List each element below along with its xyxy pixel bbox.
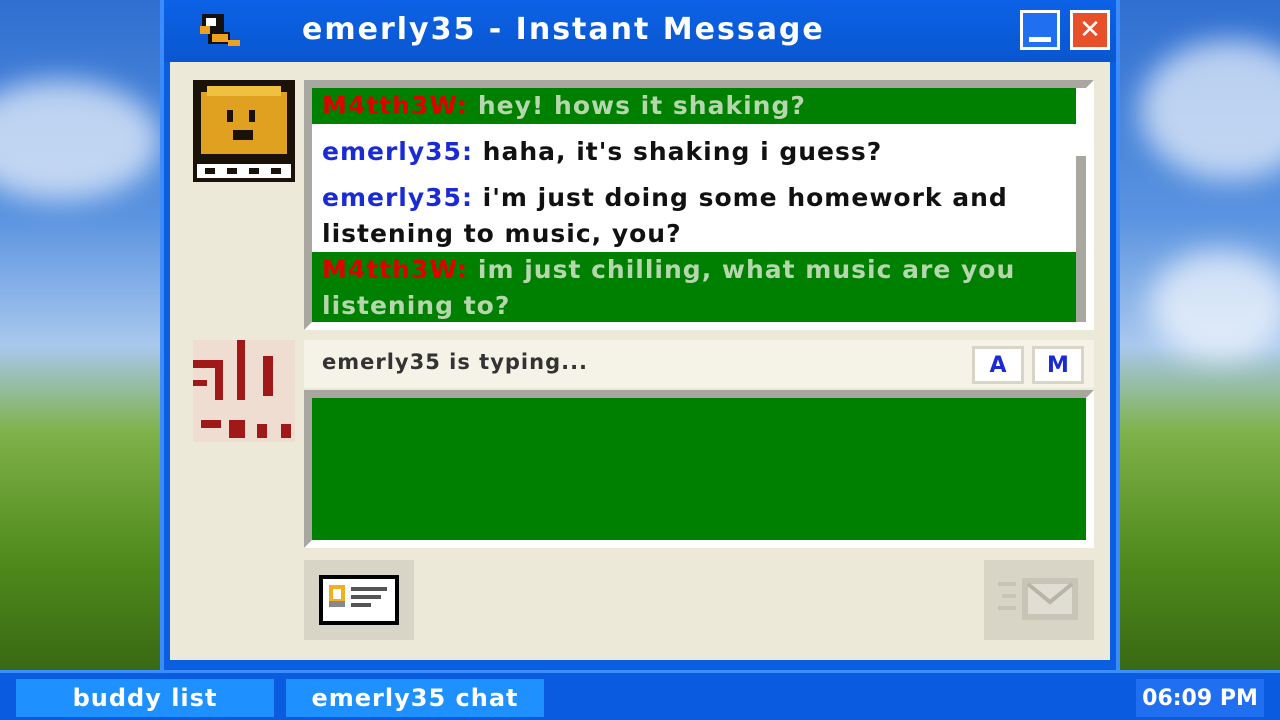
status-bar: emerly35 is typing... A M	[304, 340, 1094, 388]
chat-log[interactable]: M4tth3W: hey! hows it shaking? emerly35:…	[304, 80, 1094, 330]
instant-message-window: emerly35 - Instant Message ✕ M4tth3W: he…	[160, 0, 1120, 670]
message-text: haha, it's shaking i guess?	[472, 137, 883, 166]
buddy-avatar	[193, 80, 295, 182]
title-bar[interactable]: emerly35 - Instant Message ✕	[164, 0, 1116, 62]
message-sender: M4tth3W:	[322, 255, 469, 284]
emoticon-button[interactable]: M	[1032, 346, 1084, 384]
chat-message: M4tth3W: hey! hows it shaking?	[312, 88, 1076, 124]
window-title: emerly35 - Instant Message	[302, 12, 825, 47]
message-sender: emerly35:	[322, 137, 473, 166]
font-icon: A	[989, 352, 1007, 378]
typing-indicator: emerly35 is typing...	[322, 350, 589, 374]
message-text: hey! hows it shaking?	[468, 91, 806, 120]
close-button[interactable]: ✕	[1070, 10, 1110, 50]
close-icon: ✕	[1079, 15, 1101, 45]
window-content: M4tth3W: hey! hows it shaking? emerly35:…	[170, 62, 1110, 660]
emoticon-icon: M	[1047, 352, 1069, 378]
send-envelope-icon	[998, 578, 1078, 620]
chat-message: emerly35: haha, it's shaking i guess?	[312, 134, 1076, 170]
taskbar: buddy list emerly35 chat 06:09 PM	[0, 670, 1280, 720]
message-sender: M4tth3W:	[322, 91, 469, 120]
my-avatar	[193, 340, 295, 442]
chat-message: M4tth3W: im just chilling, what music ar…	[312, 252, 1076, 322]
chat-message: emerly35: i'm just doing some homework a…	[312, 180, 1076, 252]
duck-icon	[200, 14, 240, 46]
message-sender: emerly35:	[322, 183, 473, 212]
message-input[interactable]	[304, 390, 1094, 548]
clock: 06:09 PM	[1136, 679, 1264, 717]
chat-log-scrollbar[interactable]	[1076, 156, 1086, 322]
pixel-art-icon	[193, 340, 291, 438]
background-cloud	[1140, 40, 1280, 180]
profile-button[interactable]	[304, 560, 414, 640]
chat-window-button[interactable]: emerly35 chat	[286, 679, 544, 717]
background-cloud	[0, 80, 160, 200]
font-button[interactable]: A	[972, 346, 1024, 384]
pumpkin-icon	[197, 86, 291, 178]
send-button[interactable]	[984, 560, 1094, 640]
minimize-button[interactable]	[1020, 10, 1060, 50]
profile-card-icon	[319, 575, 399, 625]
buddy-list-button[interactable]: buddy list	[16, 679, 274, 717]
background-cloud	[1150, 250, 1280, 360]
